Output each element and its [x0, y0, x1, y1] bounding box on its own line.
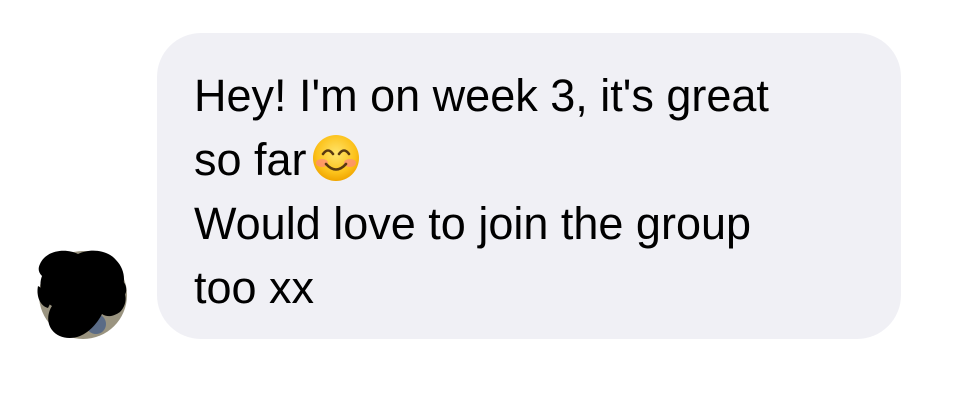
- message-line-2-text: so far: [194, 134, 307, 185]
- message-line-2: so far: [194, 128, 871, 192]
- message-line-4: too xx: [194, 262, 315, 313]
- avatar[interactable]: [36, 246, 130, 340]
- message-bubble[interactable]: Hey! I'm on week 3, it's great so far Wo…: [157, 33, 901, 339]
- message-row: Hey! I'm on week 3, it's great so far Wo…: [0, 0, 973, 400]
- redacted-avatar-image: [37, 250, 127, 339]
- message-line-3: Would love to join the group: [194, 198, 752, 249]
- message-line-1: Hey! I'm on week 3, it's great: [194, 70, 769, 121]
- smiling-face-with-smiling-eyes-icon: [311, 133, 361, 183]
